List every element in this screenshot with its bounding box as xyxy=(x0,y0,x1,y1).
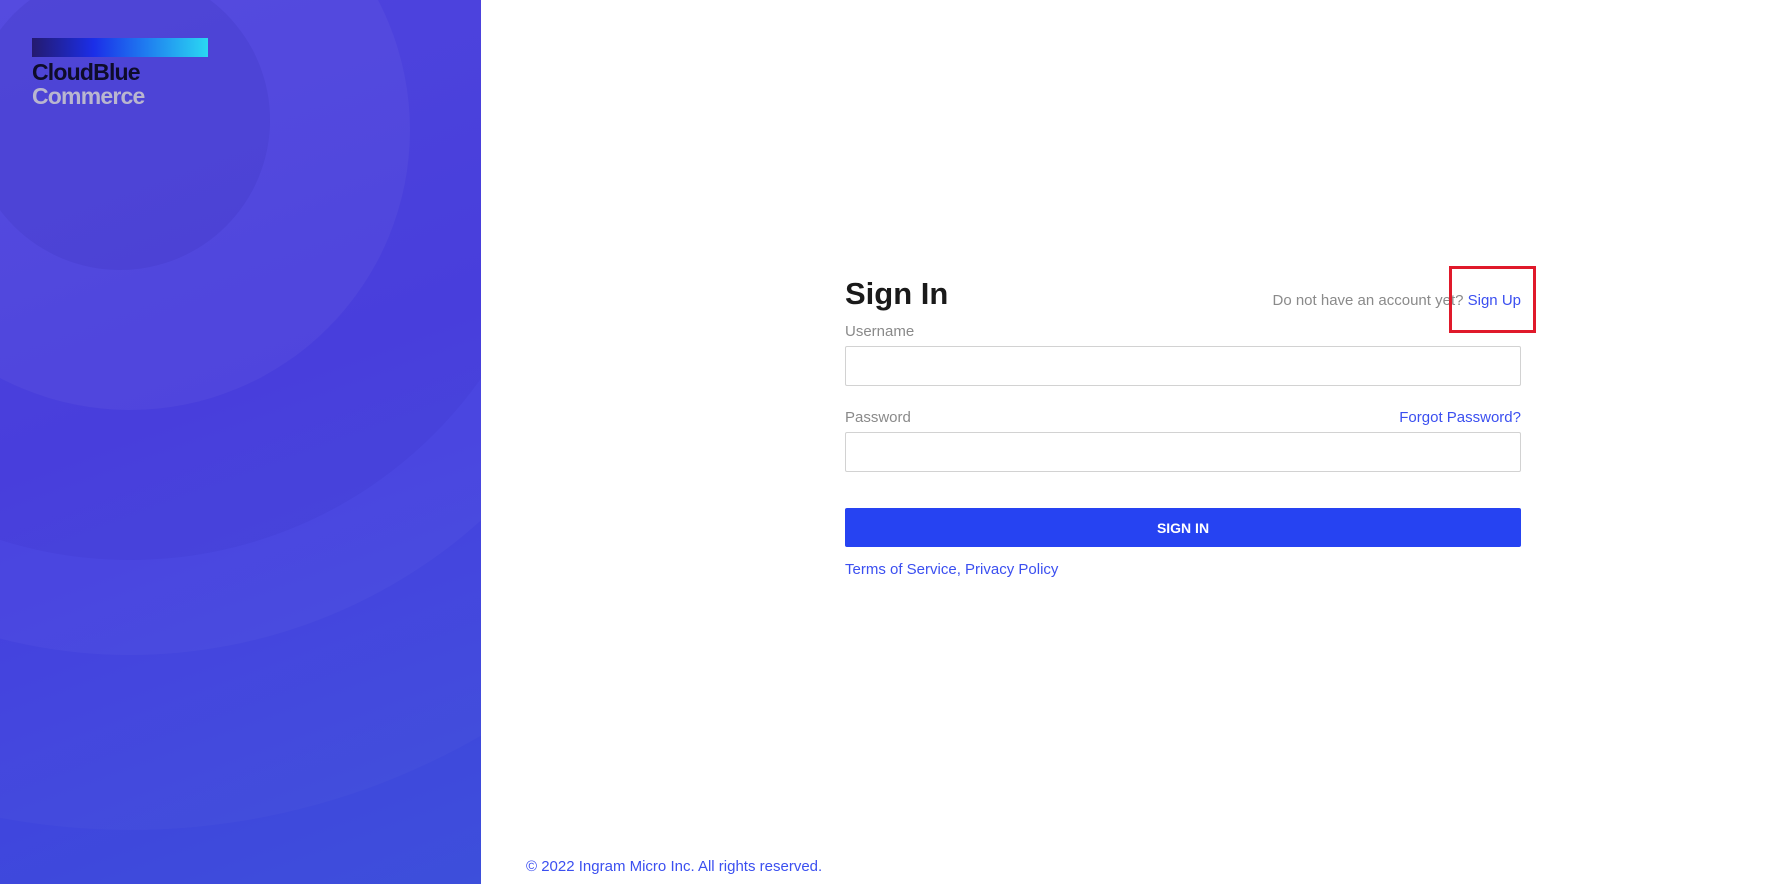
brand-panel: CloudBlue Commerce xyxy=(0,0,481,884)
form-header: Sign In Do not have an account yet? Sign… xyxy=(845,270,1521,312)
username-input[interactable] xyxy=(845,346,1521,386)
sign-in-button[interactable]: SIGN IN xyxy=(845,508,1521,547)
logo-wordmark-bottom: Commerce xyxy=(32,83,145,109)
sign-in-form: Sign In Do not have an account yet? Sign… xyxy=(845,270,1521,578)
username-label: Username xyxy=(845,323,915,340)
username-label-row: Username xyxy=(845,323,1521,343)
forgot-password-link[interactable]: Forgot Password? xyxy=(1399,409,1521,426)
logo-gradient-bar xyxy=(32,38,208,57)
legal-links: Terms of Service, Privacy Policy xyxy=(845,561,1521,578)
password-label-row: Password Forgot Password? xyxy=(845,409,1521,429)
password-input[interactable] xyxy=(845,432,1521,472)
cloudblue-logo: CloudBlue Commerce xyxy=(32,38,208,108)
password-label: Password xyxy=(845,409,911,426)
sign-up-highlight-box xyxy=(1449,266,1536,333)
signup-prompt-text: Do not have an account yet? xyxy=(1272,292,1464,309)
legal-separator: , xyxy=(956,561,961,578)
privacy-policy-link[interactable]: Privacy Policy xyxy=(965,561,1058,578)
footer-copyright: © 2022 Ingram Micro Inc. All rights rese… xyxy=(526,858,823,875)
terms-of-service-link[interactable]: Terms of Service xyxy=(845,561,957,578)
logo-wordmark-top: CloudBlue xyxy=(32,59,141,85)
page-title: Sign In xyxy=(845,276,949,311)
login-page: CloudBlue Commerce Sign In Do not have a… xyxy=(0,0,1777,884)
